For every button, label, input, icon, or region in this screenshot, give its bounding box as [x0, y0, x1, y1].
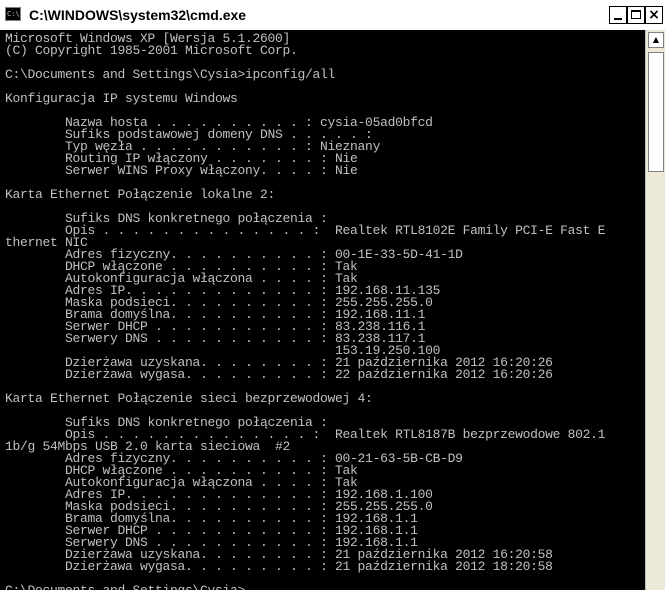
window-title: C:\WINDOWS\system32\cmd.exe [29, 7, 247, 23]
console-line: Dzierżawa wygasa. . . . . . . . . : 21 p… [5, 559, 553, 574]
minimize-icon [614, 18, 622, 20]
console-line: Karta Ethernet Połączenie sieci bezprzew… [5, 391, 373, 406]
console-line: Karta Ethernet Połączenie lokalne 2: [5, 187, 276, 202]
console-line: Dzierżawa wygasa. . . . . . . . . : 22 p… [5, 367, 553, 382]
console-line: Serwer WINS Proxy włączony. . . . : Nie [5, 163, 358, 178]
close-button[interactable]: × [645, 6, 663, 24]
console-line: Konfiguracja IP systemu Windows [5, 91, 238, 106]
console-line: C:\Documents and Settings\Cysia>ipconfig… [5, 67, 336, 82]
cmd-app-icon[interactable]: C:\ [5, 7, 21, 21]
scroll-up-button[interactable]: ▲ [648, 32, 664, 48]
vertical-scrollbar[interactable]: ▲ [645, 30, 665, 590]
console-text: Microsoft Windows XP [Wersja 5.1.2600] (C… [5, 32, 606, 590]
console-output-area[interactable]: Microsoft Windows XP [Wersja 5.1.2600] (C… [0, 30, 645, 590]
console-line: (C) Copyright 1985-2001 Microsoft Corp. [5, 43, 298, 58]
scroll-up-arrow-icon: ▲ [652, 35, 660, 44]
minimize-button[interactable] [609, 6, 627, 24]
scroll-thumb[interactable] [648, 52, 664, 172]
console-line: Opis . . . . . . . . . . . . . . : Realt… [5, 223, 606, 238]
maximize-button[interactable] [627, 6, 645, 24]
close-icon: × [648, 7, 660, 23]
maximize-icon [631, 10, 641, 19]
cmd-window: C:\ C:\WINDOWS\system32\cmd.exe × Micros… [0, 0, 665, 590]
title-bar[interactable]: C:\ C:\WINDOWS\system32\cmd.exe × [0, 0, 665, 30]
console-line: C:\Documents and Settings\Cysia> [5, 584, 605, 590]
